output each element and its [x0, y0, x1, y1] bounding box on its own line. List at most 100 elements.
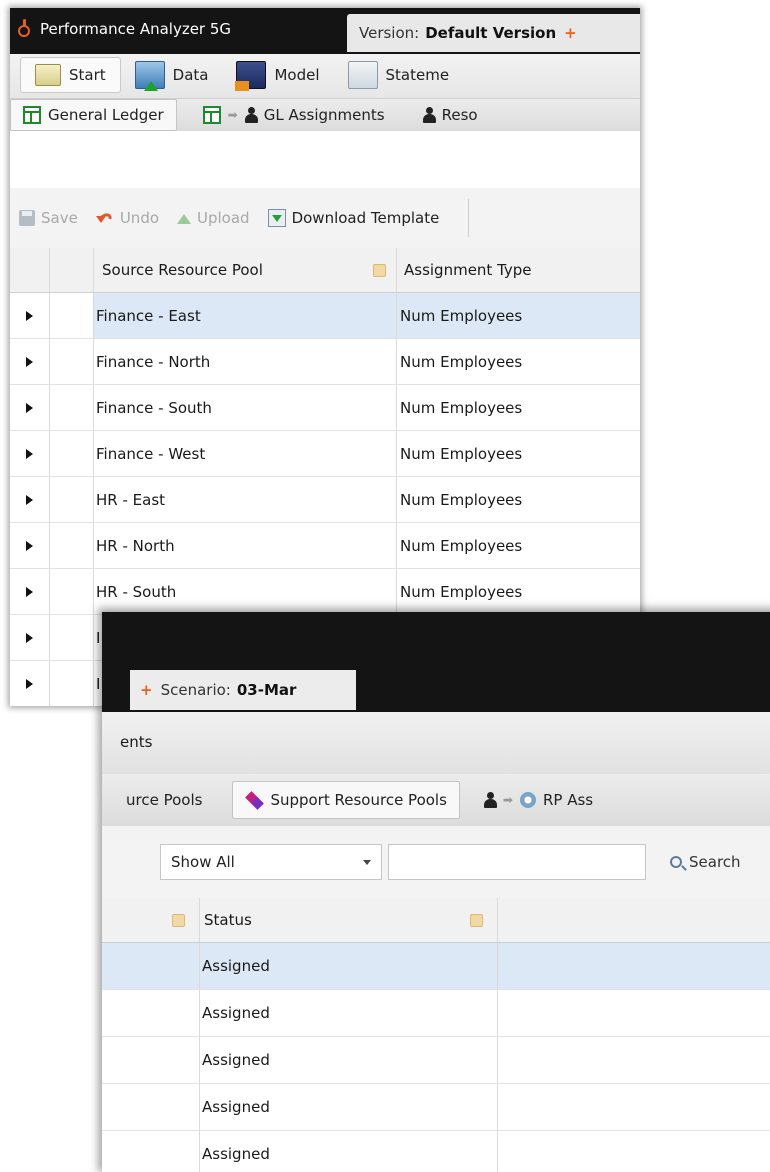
undo-button[interactable]: Undo — [87, 209, 168, 227]
row-expand-button[interactable] — [10, 431, 50, 476]
source-cell[interactable]: Finance - South — [94, 385, 397, 430]
table-row[interactable]: Assigned — [102, 1131, 770, 1172]
source-cell[interactable]: Finance - North — [94, 339, 397, 384]
source-cell[interactable]: HR - South — [94, 569, 397, 614]
row-select-cell[interactable] — [50, 477, 94, 522]
type-cell[interactable]: Num Employees — [397, 431, 640, 476]
scenario-label: Scenario: — [160, 681, 231, 699]
source-cell[interactable]: Finance - West — [94, 431, 397, 476]
download-icon — [267, 209, 286, 227]
subnav-resource-pools[interactable]: urce Pools — [102, 785, 214, 815]
row-expand-button[interactable] — [10, 569, 50, 614]
type-cell[interactable]: Num Employees — [397, 523, 640, 568]
status-cell[interactable]: Assigned — [200, 1084, 498, 1130]
table-row[interactable]: HR - East Num Employees — [10, 477, 640, 523]
download-template-button[interactable]: Download Template — [259, 209, 449, 227]
row-expand-button[interactable] — [10, 293, 50, 338]
table-row[interactable]: Assigned — [102, 990, 770, 1037]
table-row[interactable]: Assigned — [102, 1084, 770, 1131]
grid-toolbar: Save Undo Upload Download Template — [10, 188, 640, 249]
scenario-tab[interactable]: + Scenario: 03-Mar — [130, 670, 356, 710]
arrow-right-icon: ➡ — [502, 793, 513, 807]
row-expand-button[interactable] — [10, 477, 50, 522]
table-row[interactable]: Finance - West Num Employees — [10, 431, 640, 477]
show-filter-select[interactable]: Show All — [160, 844, 382, 880]
ribbon-tabs: Start Data Model Stateme — [10, 54, 640, 96]
type-cell[interactable]: Num Employees — [397, 385, 640, 430]
upload-label: Upload — [197, 209, 250, 227]
download-template-label: Download Template — [291, 209, 440, 227]
type-cell[interactable]: Num Employees — [397, 477, 640, 522]
ribbon-start[interactable]: Start — [20, 57, 121, 93]
version-tab[interactable]: Version: Default Version + — [347, 14, 640, 52]
arrow-right-icon: ➡ — [227, 108, 238, 122]
row-expand-button[interactable] — [10, 385, 50, 430]
row-expand-button[interactable] — [10, 615, 50, 660]
show-filter-value: Show All — [171, 853, 235, 871]
type-cell[interactable]: Num Employees — [397, 339, 640, 384]
header-source-resource-pool[interactable]: Source Resource Pool — [94, 248, 397, 292]
expand-arrow-icon — [26, 678, 33, 689]
status-cell[interactable]: Assigned — [200, 943, 498, 989]
expand-arrow-icon — [26, 540, 33, 551]
ribbon-partial-label[interactable]: ents — [120, 733, 152, 751]
status-cell[interactable]: Assigned — [200, 990, 498, 1036]
header-status[interactable]: Status — [200, 898, 498, 942]
expand-arrow-icon — [26, 632, 33, 643]
row-select-cell[interactable] — [50, 293, 94, 338]
row-select-cell[interactable] — [50, 431, 94, 476]
search-button[interactable]: Search — [670, 853, 741, 871]
table-row[interactable]: Assigned — [102, 943, 770, 990]
grid-header: Status — [102, 898, 770, 943]
support-pools-icon — [245, 791, 263, 809]
header-status-label: Status — [204, 911, 252, 929]
person-icon — [483, 792, 497, 808]
header-type-label: Assignment Type — [404, 261, 532, 279]
header-source-label: Source Resource Pool — [102, 261, 263, 279]
save-button[interactable]: Save — [10, 209, 87, 227]
source-cell[interactable]: Finance - East — [94, 293, 397, 338]
table-row[interactable]: Finance - South Num Employees — [10, 385, 640, 431]
table-row[interactable]: Finance - North Num Employees — [10, 339, 640, 385]
row-select-cell[interactable] — [50, 339, 94, 384]
header-assignment-type[interactable]: Assignment Type — [397, 248, 640, 292]
subnav-rp-assignments[interactable]: ➡ RP Ass — [472, 785, 605, 815]
upload-button[interactable]: Upload — [168, 209, 259, 227]
table-row[interactable]: Finance - East Num Employees — [10, 293, 640, 339]
lock-cell — [102, 943, 200, 989]
ribbon-statements[interactable]: Stateme — [334, 58, 464, 92]
row-select-cell[interactable] — [50, 569, 94, 614]
expand-arrow-icon — [26, 402, 33, 413]
add-version-icon[interactable]: + — [564, 24, 577, 42]
row-select-cell[interactable] — [50, 615, 94, 660]
empty-cell — [498, 943, 770, 989]
row-select-cell[interactable] — [50, 385, 94, 430]
lock-icon — [373, 263, 386, 277]
table-row[interactable]: Assigned — [102, 1037, 770, 1084]
subnav-support-resource-pools[interactable]: Support Resource Pools — [232, 781, 460, 819]
status-cell[interactable]: Assigned — [200, 1037, 498, 1083]
row-select-cell[interactable] — [50, 661, 94, 706]
search-input[interactable] — [388, 844, 646, 880]
type-cell[interactable]: Num Employees — [397, 293, 640, 338]
status-cell[interactable]: Assigned — [200, 1131, 498, 1172]
ribbon-model[interactable]: Model — [222, 58, 333, 92]
subnav-general-ledger[interactable]: General Ledger — [10, 99, 177, 131]
subnav-gl-assignments[interactable]: ➡ GL Assignments — [191, 100, 397, 130]
type-cell[interactable]: Num Employees — [397, 569, 640, 614]
row-expand-button[interactable] — [10, 339, 50, 384]
subnav-resource-pools[interactable]: Reso — [411, 100, 490, 130]
header-indicator-cell — [10, 248, 50, 292]
source-cell[interactable]: HR - East — [94, 477, 397, 522]
toolbar-divider — [468, 199, 470, 237]
table-row[interactable]: HR - South Num Employees — [10, 569, 640, 615]
add-scenario-icon[interactable]: + — [140, 681, 153, 699]
row-select-cell[interactable] — [50, 523, 94, 568]
source-cell[interactable]: HR - North — [94, 523, 397, 568]
lock-cell — [102, 1131, 200, 1172]
row-expand-button[interactable] — [10, 523, 50, 568]
ribbon-data[interactable]: Data — [121, 58, 223, 92]
title-bar: Performance Analyzer 5G Version: Default… — [10, 8, 640, 54]
row-expand-button[interactable] — [10, 661, 50, 706]
table-row[interactable]: HR - North Num Employees — [10, 523, 640, 569]
